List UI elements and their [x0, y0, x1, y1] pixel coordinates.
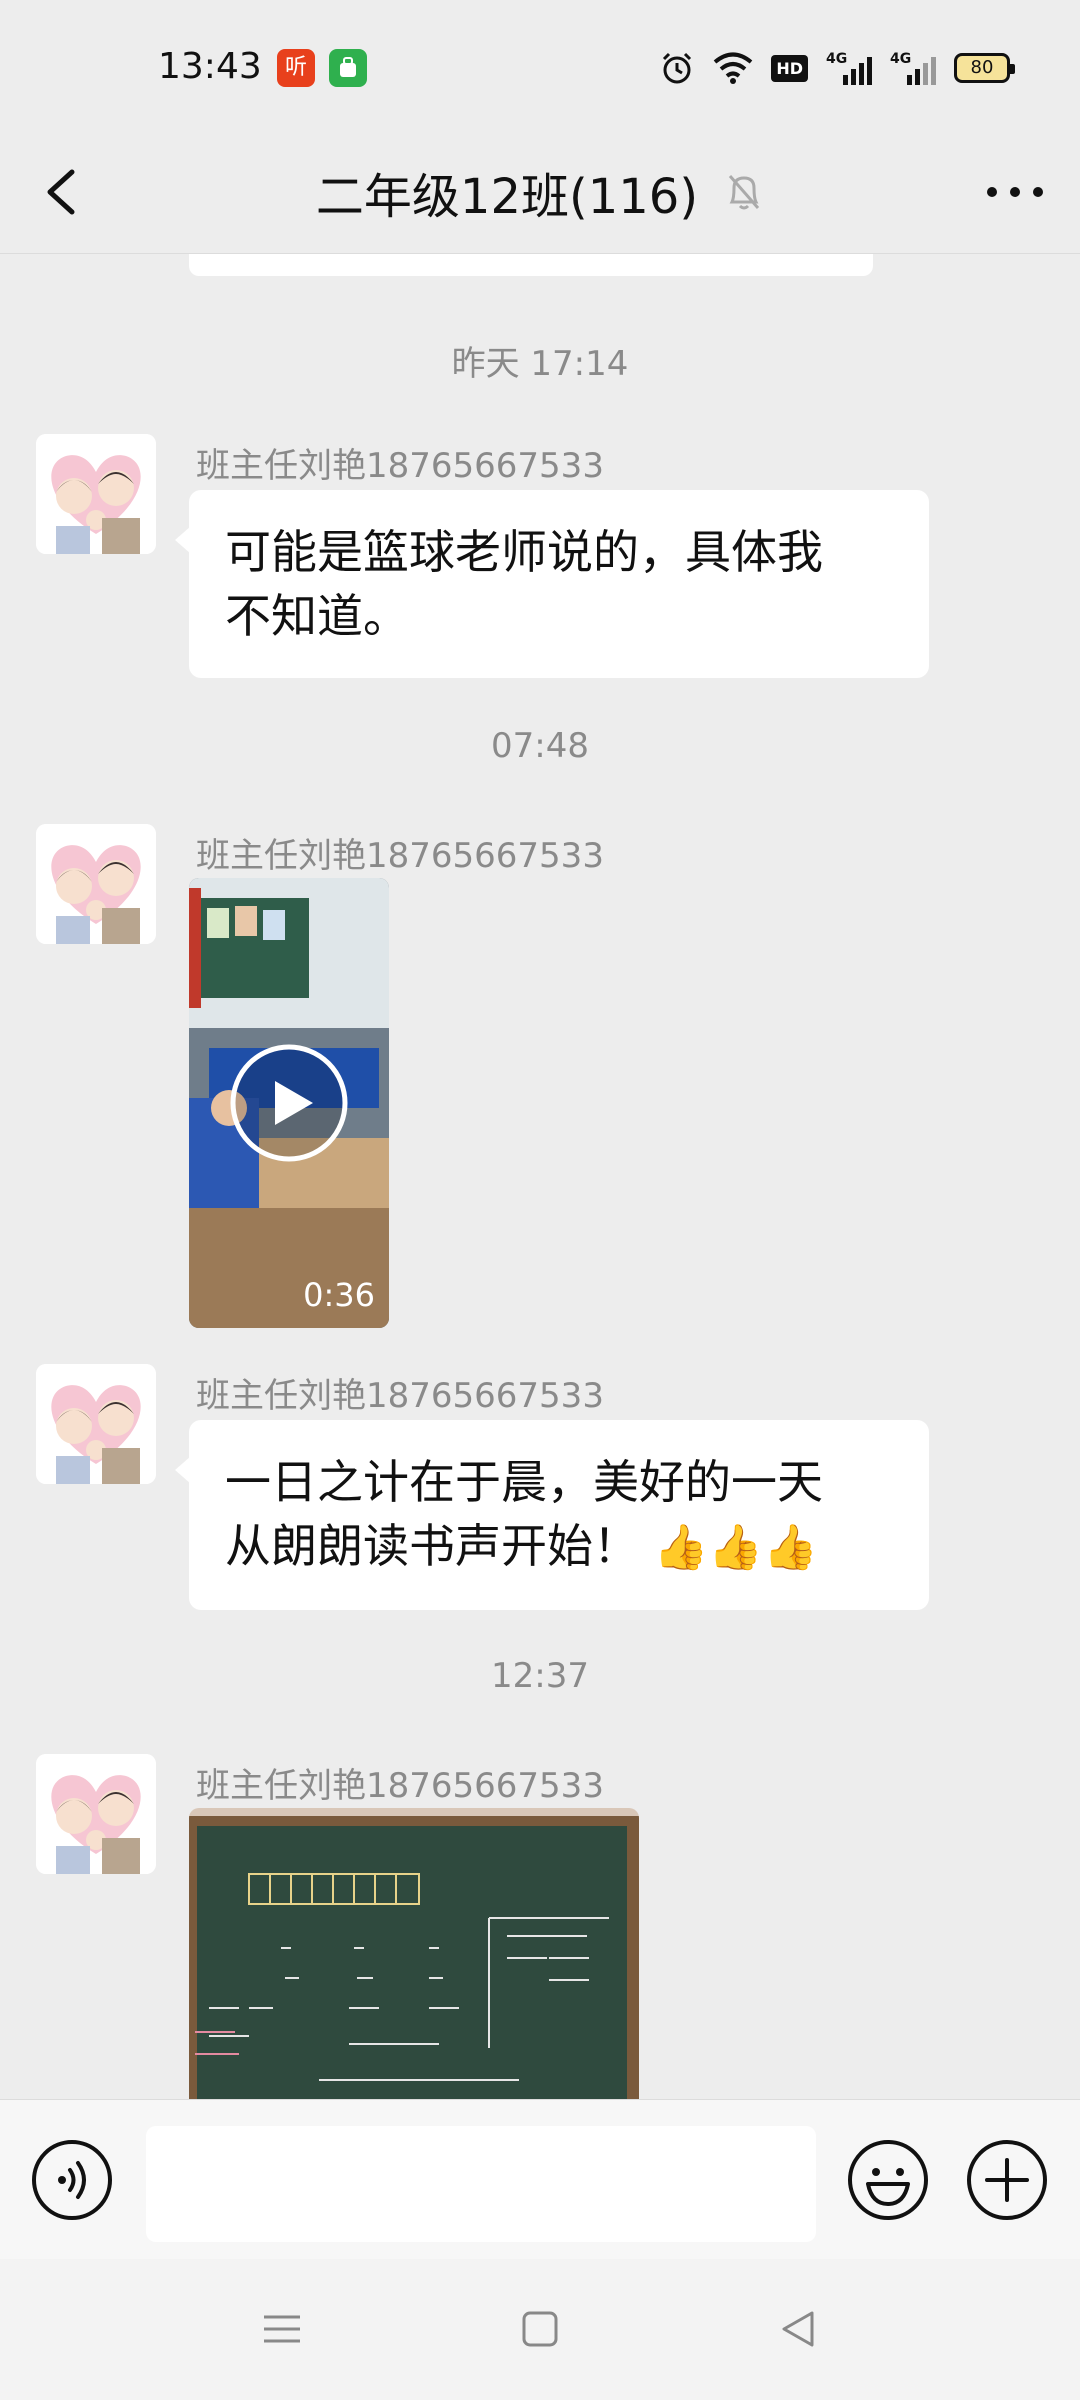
- couple-avatar-icon: [36, 1754, 156, 1874]
- hd-badge: HD: [771, 54, 808, 82]
- menu-lines-icon: [264, 2315, 300, 2343]
- system-navigation-bar: [0, 2259, 1080, 2400]
- message-list[interactable]: 昨天 17:14 班主任刘艳18765667533 可能是篮球老师说的，具体我 …: [0, 254, 1080, 2099]
- blackboard-photo: [189, 1808, 639, 2099]
- chat-title: 二年级12班(116): [315, 169, 699, 225]
- thumbs-up-icon: 👍: [763, 1522, 819, 1573]
- more-options-button[interactable]: [980, 160, 1050, 224]
- square-home-icon: [522, 2311, 558, 2347]
- emoji-smile-icon: [848, 2140, 928, 2220]
- voice-input-button[interactable]: [30, 2138, 114, 2222]
- recent-apps-button[interactable]: [252, 2299, 312, 2359]
- text-message-bubble[interactable]: 一日之计在于晨，美好的一天 从朗朗读书声开始！ 👍👍👍: [175, 1420, 929, 1610]
- chat-header: 二年级12班(116): [0, 130, 1080, 254]
- home-button[interactable]: [510, 2299, 570, 2359]
- thumbs-up-icon: 👍: [653, 1522, 709, 1573]
- sender-name: 班主任刘艳18765667533: [196, 446, 604, 486]
- ting-app-icon: 听: [277, 49, 315, 87]
- plus-circle-icon: [967, 2140, 1047, 2220]
- message-input-bar: [0, 2099, 1080, 2259]
- status-bar: 13:43 听 HD 4G 4G 80: [0, 0, 1080, 130]
- message-text-line: 从朗朗读书声开始！ 👍👍👍: [225, 1519, 819, 1573]
- timestamp: 07:48: [491, 726, 589, 766]
- wifi-icon: [714, 52, 753, 84]
- more-functions-button[interactable]: [965, 2138, 1049, 2222]
- status-time: 13:43: [158, 46, 262, 87]
- chat-screen: 13:43 听 HD 4G 4G 80 二年级12班(116) 昨天 17:14…: [0, 0, 1080, 2400]
- avatar[interactable]: [36, 1754, 156, 1874]
- image-message[interactable]: [189, 1808, 639, 2099]
- sender-name: 班主任刘艳18765667533: [196, 1376, 604, 1416]
- play-icon[interactable]: [229, 1043, 349, 1163]
- couple-avatar-icon: [36, 434, 156, 554]
- status-icons: HD 4G 4G 80: [659, 48, 1015, 88]
- sender-name: 班主任刘艳18765667533: [196, 836, 604, 876]
- avatar[interactable]: [36, 1364, 156, 1484]
- couple-avatar-icon: [36, 1364, 156, 1484]
- message-text-line: 可能是篮球老师说的，具体我: [225, 525, 823, 579]
- video-message[interactable]: 0:36: [189, 878, 389, 1328]
- mute-bell-icon: [728, 175, 760, 210]
- battery-icon: 80: [954, 53, 1015, 83]
- message-input[interactable]: [146, 2126, 816, 2242]
- more-dots-icon: [987, 187, 1043, 197]
- text-message-bubble[interactable]: 可能是篮球老师说的，具体我 不知道。: [175, 490, 929, 678]
- couple-avatar-icon: [36, 824, 156, 944]
- alarm-icon: [663, 52, 692, 84]
- cell-signal-2-icon: 4G: [890, 51, 936, 85]
- triangle-back-icon: [782, 2311, 814, 2347]
- avatar[interactable]: [36, 434, 156, 554]
- cell-signal-1-icon: 4G: [826, 51, 872, 85]
- title-group: 二年级12班(116): [0, 152, 1080, 232]
- thumbs-up-icon: 👍: [708, 1522, 764, 1573]
- sender-name: 班主任刘艳18765667533: [196, 1766, 604, 1806]
- back-nav-button[interactable]: [768, 2299, 828, 2359]
- timestamp: 昨天 17:14: [451, 344, 629, 384]
- timestamp: 12:37: [491, 1656, 589, 1696]
- green-app-icon: [329, 49, 367, 87]
- message-text-line: 一日之计在于晨，美好的一天: [225, 1455, 823, 1509]
- voice-icon: [32, 2140, 112, 2220]
- video-duration: 0:36: [303, 1276, 375, 1314]
- emoji-button[interactable]: [846, 2138, 930, 2222]
- previous-message-bubble[interactable]: [189, 254, 873, 276]
- message-text-line: 不知道。: [225, 589, 409, 643]
- avatar[interactable]: [36, 824, 156, 944]
